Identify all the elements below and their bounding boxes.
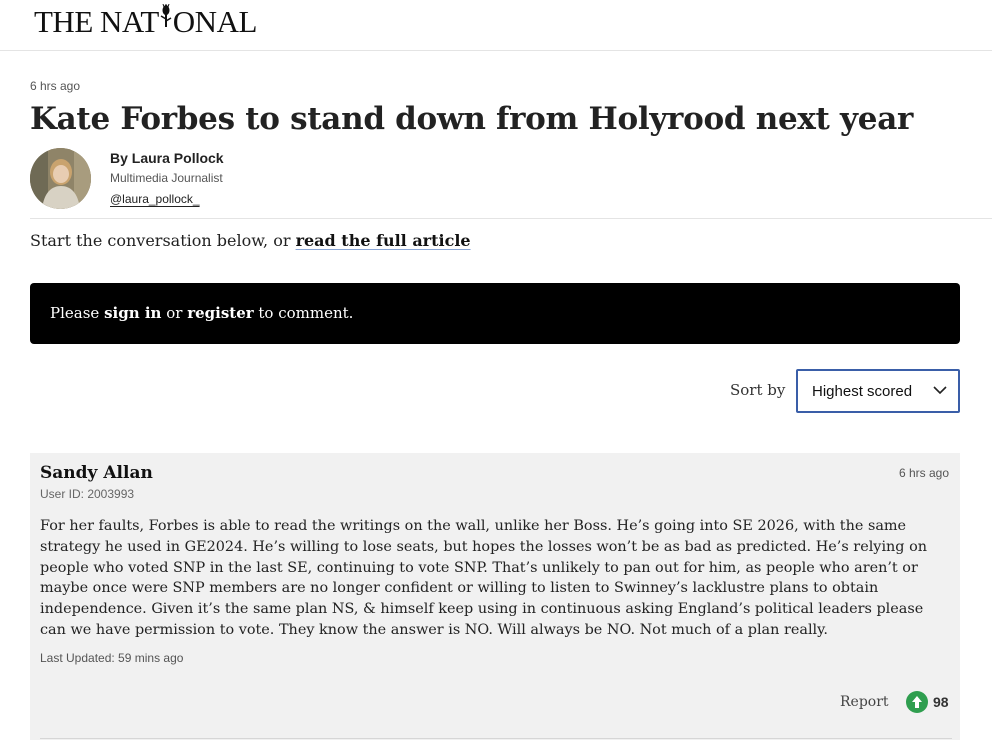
sort-label: Sort by <box>730 381 786 399</box>
logo-text-right: ONAL <box>172 4 258 39</box>
conversation-intro: Start the conversation below, or read th… <box>30 231 471 250</box>
comment-last-updated: Last Updated: 59 mins ago <box>40 651 184 665</box>
logo-text-left: THE NAT <box>34 4 159 39</box>
read-full-article-link[interactable]: read the full article <box>296 231 471 250</box>
conversation-intro-text: Start the conversation below, or <box>30 231 296 250</box>
sort-select[interactable]: Highest scored <box>796 369 960 413</box>
signin-suffix: to comment. <box>253 304 354 322</box>
signin-middle: or <box>161 304 188 322</box>
author-name[interactable]: By Laura Pollock <box>110 150 224 166</box>
section-divider <box>30 218 992 219</box>
author-avatar[interactable] <box>30 148 91 209</box>
report-button[interactable]: Report <box>840 694 889 710</box>
thistle-icon <box>159 3 173 33</box>
comment-body: For her faults, Forbes is able to read t… <box>40 518 928 638</box>
signin-prefix: Please <box>50 304 105 322</box>
comment-score: 98 <box>933 694 949 710</box>
author-role: Multimedia Journalist <box>110 171 223 185</box>
site-logo[interactable]: THE NAT ONAL <box>34 3 258 39</box>
comment-divider <box>40 738 952 739</box>
register-link[interactable]: register <box>187 304 253 322</box>
author-social-link[interactable]: @laura_pollock_ <box>110 192 200 206</box>
signin-banner: Please sign in or register to comment. <box>30 283 960 344</box>
comment-timestamp: 6 hrs ago <box>898 466 949 480</box>
article-timestamp: 6 hrs ago <box>30 79 81 93</box>
comment-user-id: User ID: 2003993 <box>40 487 135 501</box>
upvote-icon[interactable] <box>906 691 928 713</box>
comment-author[interactable]: Sandy Allan <box>40 463 153 483</box>
sort-selected-value: Highest scored <box>812 383 913 400</box>
sign-in-link[interactable]: sign in <box>104 304 161 322</box>
article-headline: Kate Forbes to stand down from Holyrood … <box>30 101 914 137</box>
comment-card: Sandy Allan User ID: 2003993 6 hrs ago F… <box>30 453 960 740</box>
chevron-down-icon <box>933 386 947 395</box>
masthead: THE NAT ONAL <box>0 0 992 51</box>
